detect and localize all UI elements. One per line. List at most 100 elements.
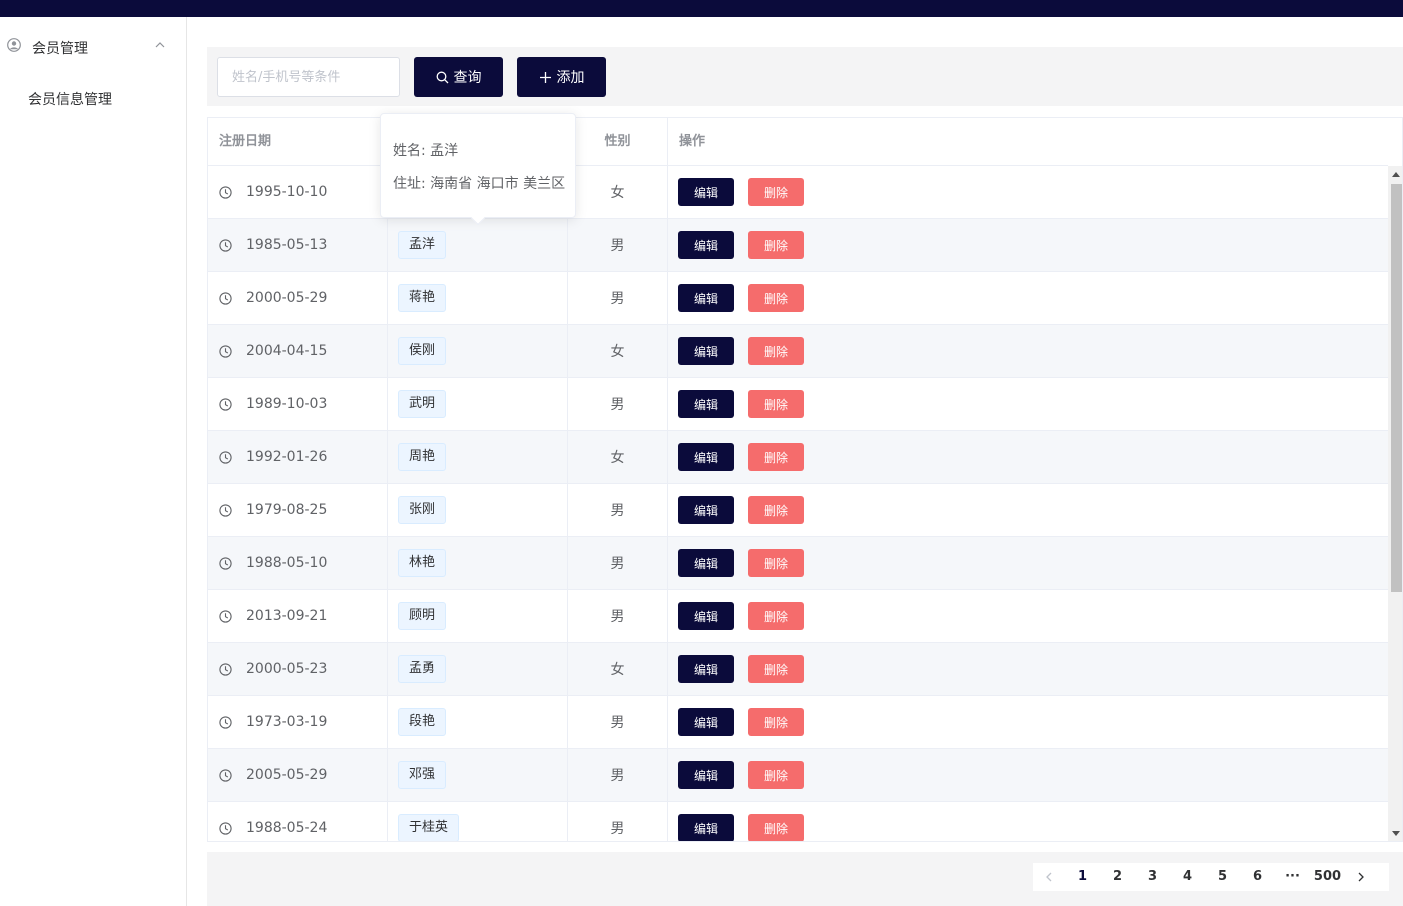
- prev-page-button[interactable]: [1033, 863, 1065, 891]
- delete-button[interactable]: 删除: [748, 390, 804, 418]
- table-row[interactable]: 1979-08-25 张刚 男编辑 删除: [208, 484, 1388, 537]
- date-text: 1988-05-24: [246, 820, 328, 836]
- delete-button[interactable]: 删除: [748, 496, 804, 524]
- name-tag[interactable]: 孟勇: [398, 655, 447, 683]
- page-last-button[interactable]: 500: [1310, 863, 1345, 891]
- vertical-scrollbar[interactable]: [1388, 166, 1402, 841]
- edit-button[interactable]: 编辑: [678, 231, 734, 259]
- delete-button[interactable]: 删除: [748, 655, 804, 683]
- cell-operations: 编辑 删除: [668, 325, 1388, 377]
- date-text: 1995-10-10: [246, 184, 328, 200]
- search-button[interactable]: 查询: [414, 57, 503, 97]
- name-tag[interactable]: 林艳: [398, 549, 447, 577]
- cell-date: 2005-05-29: [208, 749, 388, 801]
- cell-operations: 编辑 删除: [668, 749, 1388, 801]
- delete-button[interactable]: 删除: [748, 178, 804, 206]
- edit-button[interactable]: 编辑: [678, 602, 734, 630]
- table-row[interactable]: 1973-03-19 段艳 男编辑 删除: [208, 696, 1388, 749]
- page-1-button[interactable]: 1: [1065, 863, 1100, 891]
- edit-button[interactable]: 编辑: [678, 284, 734, 312]
- edit-button[interactable]: 编辑: [678, 814, 734, 841]
- delete-button[interactable]: 删除: [748, 602, 804, 630]
- cell-sex: 女: [568, 643, 668, 695]
- edit-button[interactable]: 编辑: [678, 390, 734, 418]
- name-tag[interactable]: 周艳: [398, 443, 447, 471]
- column-header-date[interactable]: 注册日期: [208, 118, 388, 166]
- delete-button[interactable]: 删除: [748, 443, 804, 471]
- edit-button[interactable]: 编辑: [678, 761, 734, 789]
- cell-name: 邓强: [388, 749, 568, 801]
- add-button-label: 添加: [556, 70, 585, 86]
- edit-button[interactable]: 编辑: [678, 178, 734, 206]
- cell-date: 1973-03-19: [208, 696, 388, 748]
- edit-button[interactable]: 编辑: [678, 655, 734, 683]
- cell-sex: 女: [568, 325, 668, 377]
- table-row[interactable]: 2000-05-23 孟勇 女编辑 删除: [208, 643, 1388, 696]
- table-row[interactable]: 2013-09-21 顾明 男编辑 删除: [208, 590, 1388, 643]
- clock-icon: [219, 715, 232, 729]
- top-header-bar: [0, 0, 1403, 17]
- table-row[interactable]: 2000-05-29 蒋艳 男编辑 删除: [208, 272, 1388, 325]
- delete-button[interactable]: 删除: [748, 708, 804, 736]
- chevron-up-icon: [155, 42, 165, 48]
- cell-operations: 编辑 删除: [668, 484, 1388, 536]
- name-tag[interactable]: 武明: [398, 390, 447, 418]
- page-4-button[interactable]: 4: [1170, 863, 1205, 891]
- name-tag[interactable]: 孟洋: [398, 231, 447, 259]
- member-table: 注册日期 性别 操作 1995-10-10 女编辑 删除 1985-05-13 孟洋男编…: [207, 117, 1403, 842]
- name-tag[interactable]: 于桂英: [398, 814, 460, 841]
- delete-button[interactable]: 删除: [748, 284, 804, 312]
- delete-button[interactable]: 删除: [748, 814, 804, 841]
- cell-sex: 男: [568, 590, 668, 642]
- cell-date: 1989-10-03: [208, 378, 388, 430]
- page-ellipsis[interactable]: ···: [1275, 863, 1310, 891]
- edit-button[interactable]: 编辑: [678, 337, 734, 365]
- name-tag[interactable]: 邓强: [398, 761, 447, 789]
- scroll-up-arrow[interactable]: [1392, 172, 1400, 177]
- delete-button[interactable]: 删除: [748, 337, 804, 365]
- table-row[interactable]: 1989-10-03 武明 男编辑 删除: [208, 378, 1388, 431]
- page-6-button[interactable]: 6: [1240, 863, 1275, 891]
- page-5-button[interactable]: 5: [1205, 863, 1240, 891]
- date-text: 2000-05-29: [246, 290, 328, 306]
- edit-button[interactable]: 编辑: [678, 708, 734, 736]
- name-tag[interactable]: 顾明: [398, 602, 447, 630]
- cell-sex: 男: [568, 802, 668, 841]
- table-row[interactable]: 1985-05-13 孟洋 男编辑 删除: [208, 219, 1388, 272]
- table-row[interactable]: 1992-01-26 周艳 女编辑 删除: [208, 431, 1388, 484]
- delete-button[interactable]: 删除: [748, 761, 804, 789]
- table-row[interactable]: 2005-05-29 邓强 男编辑 删除: [208, 749, 1388, 802]
- clock-icon: [219, 556, 232, 570]
- cell-date: 1988-05-10: [208, 537, 388, 589]
- clock-icon: [219, 344, 232, 358]
- sidebar-menu-member-management[interactable]: 会员管理: [0, 35, 186, 57]
- table-row[interactable]: 1988-05-24 于桂英 男编辑 删除: [208, 802, 1388, 841]
- cell-date: 1985-05-13: [208, 219, 388, 271]
- next-page-button[interactable]: [1345, 863, 1377, 891]
- scrollbar-thumb[interactable]: [1391, 184, 1402, 592]
- name-popover: 姓名: 孟洋 住址: 海南省 海口市 美兰区: [380, 113, 576, 226]
- cell-name: 林艳: [388, 537, 568, 589]
- clock-icon: [219, 821, 232, 835]
- edit-button[interactable]: 编辑: [678, 443, 734, 471]
- name-tag[interactable]: 段艳: [398, 708, 447, 736]
- date-text: 1992-01-26: [246, 449, 328, 465]
- edit-button[interactable]: 编辑: [678, 496, 734, 524]
- cell-sex: 女: [568, 431, 668, 483]
- scroll-down-arrow[interactable]: [1392, 831, 1400, 836]
- page-3-button[interactable]: 3: [1135, 863, 1170, 891]
- table-row[interactable]: 1988-05-10 林艳 男编辑 删除: [208, 537, 1388, 590]
- search-input[interactable]: [217, 57, 400, 97]
- delete-button[interactable]: 删除: [748, 549, 804, 577]
- column-header-sex[interactable]: 性别: [568, 118, 668, 166]
- edit-button[interactable]: 编辑: [678, 549, 734, 577]
- page-2-button[interactable]: 2: [1100, 863, 1135, 891]
- delete-button[interactable]: 删除: [748, 231, 804, 259]
- name-tag[interactable]: 张刚: [398, 496, 447, 524]
- add-button[interactable]: 添加: [517, 57, 606, 97]
- clock-icon: [219, 503, 232, 517]
- name-tag[interactable]: 蒋艳: [398, 284, 447, 312]
- sidebar-item-member-info[interactable]: 会员信息管理: [28, 89, 112, 109]
- name-tag[interactable]: 侯刚: [398, 337, 447, 365]
- table-row[interactable]: 2004-04-15 侯刚 女编辑 删除: [208, 325, 1388, 378]
